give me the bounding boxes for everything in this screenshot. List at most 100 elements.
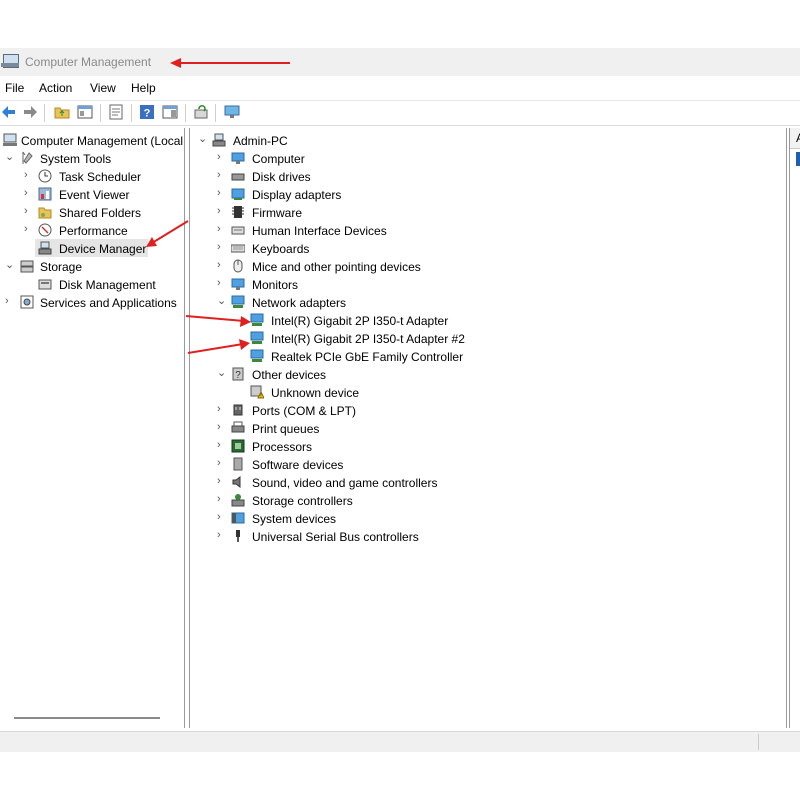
chevron-down-icon[interactable]: ⌄ (198, 133, 207, 145)
chevron-right-icon[interactable]: › (217, 205, 225, 217)
chevron-right-icon[interactable]: › (217, 151, 225, 163)
tree-item-computer-management[interactable]: Computer Management (Local (0, 131, 184, 149)
chevron-right-icon[interactable]: › (217, 457, 225, 469)
device-category-ports[interactable]: › Ports (COM & LPT) (190, 401, 780, 419)
device-category-print-queues[interactable]: › Print queues (190, 419, 780, 437)
chevron-right-icon[interactable]: › (24, 205, 32, 217)
update-driver-icon[interactable] (193, 104, 209, 120)
chevron-right-icon[interactable]: › (217, 529, 225, 541)
tree-label: Disk Management (59, 278, 156, 292)
forward-icon[interactable] (22, 104, 38, 120)
chevron-right-icon[interactable]: › (217, 241, 225, 253)
device-category-display-adapters[interactable]: › Display adapters (190, 185, 780, 203)
chevron-right-icon[interactable]: › (217, 511, 225, 523)
software-device-icon (233, 457, 243, 471)
device-category-sound[interactable]: › Sound, video and game controllers (190, 473, 780, 491)
device-category-human-interface-devices[interactable]: › Human Interface Devices (190, 221, 780, 239)
clock-icon (38, 169, 52, 183)
tree-item-task-scheduler[interactable]: › Task Scheduler (0, 167, 184, 185)
device-category-computer[interactable]: › Computer (190, 149, 780, 167)
chevron-right-icon[interactable]: › (217, 223, 225, 235)
chevron-right-icon[interactable]: › (217, 187, 225, 199)
chevron-right-icon[interactable]: › (217, 403, 225, 415)
chevron-right-icon[interactable]: › (24, 223, 32, 235)
menu-file[interactable]: File (5, 81, 24, 95)
tree-item-event-viewer[interactable]: › Event Viewer (0, 185, 184, 203)
category-label: Display adapters (252, 188, 342, 202)
chevron-right-icon[interactable]: › (217, 169, 225, 181)
tree-label: Computer Management (Local (21, 134, 184, 148)
device-category-system-devices[interactable]: › System devices (190, 509, 780, 527)
horizontal-scrollbar[interactable] (14, 717, 160, 719)
chevron-right-icon[interactable]: › (24, 169, 32, 181)
category-label: Software devices (252, 458, 344, 472)
device-category-disk-drives[interactable]: › Disk drives (190, 167, 780, 185)
device-category-mice[interactable]: › Mice and other pointing devices (190, 257, 780, 275)
device-category-other-devices[interactable]: ⌄ ? Other devices (190, 365, 780, 383)
properties-icon[interactable] (108, 104, 124, 120)
monitor-icon[interactable] (224, 104, 240, 120)
tree-label: Shared Folders (59, 206, 142, 220)
tree-label: Event Viewer (59, 188, 130, 202)
computer-management-icon (1, 54, 19, 68)
category-label: Monitors (252, 278, 299, 292)
device-category-monitors[interactable]: › Monitors (190, 275, 780, 293)
up-folder-icon[interactable] (54, 104, 70, 120)
chevron-right-icon[interactable]: › (217, 277, 225, 289)
action-pane-icon[interactable] (162, 104, 178, 120)
chevron-down-icon[interactable]: ⌄ (217, 295, 226, 307)
usb-icon (236, 530, 240, 542)
device-manager-icon (38, 241, 52, 255)
chevron-down-icon[interactable]: ⌄ (5, 259, 14, 271)
device-item-network-adapter[interactable]: Intel(R) Gigabit 2P I350-t Adapter #2 (190, 329, 780, 347)
device-label: Intel(R) Gigabit 2P I350-t Adapter (271, 314, 449, 328)
status-bar (0, 731, 800, 752)
device-item-network-adapter[interactable]: Realtek PCIe GbE Family Controller (190, 347, 780, 365)
speaker-icon (232, 476, 241, 488)
actions-pane: A (789, 128, 800, 728)
device-item-unknown-device[interactable]: ! Unknown device (190, 383, 780, 401)
actions-selected-item[interactable] (796, 152, 800, 166)
device-category-network-adapters[interactable]: ⌄ Network adapters (190, 293, 780, 311)
chevron-right-icon[interactable]: › (217, 421, 225, 433)
chevron-right-icon[interactable]: › (5, 295, 13, 307)
tree-item-services-and-applications[interactable]: › Services and Applications (0, 293, 184, 311)
menu-help[interactable]: Help (131, 81, 156, 95)
back-icon[interactable] (1, 104, 17, 120)
chevron-right-icon[interactable]: › (217, 439, 225, 451)
chevron-right-icon[interactable]: › (24, 187, 32, 199)
mouse-icon (233, 259, 243, 273)
chevron-right-icon[interactable]: › (217, 493, 225, 505)
tools-icon (22, 151, 33, 164)
device-category-keyboards[interactable]: › Keyboards (190, 239, 780, 257)
device-category-firmware[interactable]: › Firmware (190, 203, 780, 221)
help-icon[interactable]: ? (139, 104, 155, 120)
device-category-processors[interactable]: › Processors (190, 437, 780, 455)
menu-view[interactable]: View (90, 81, 116, 95)
category-label: Storage controllers (252, 494, 353, 508)
device-category-software-devices[interactable]: › Software devices (190, 455, 780, 473)
chevron-down-icon[interactable]: ⌄ (5, 151, 14, 163)
printer-icon (231, 421, 245, 433)
menu-action[interactable]: Action (39, 81, 72, 95)
chevron-right-icon[interactable]: › (217, 259, 225, 271)
tree-item-disk-management[interactable]: Disk Management (0, 275, 184, 293)
device-item-network-adapter[interactable]: Intel(R) Gigabit 2P I350-t Adapter (190, 311, 780, 329)
display-adapter-icon (231, 188, 245, 200)
device-tree-root[interactable]: ⌄ Admin-PC (190, 131, 780, 149)
device-category-usb-controllers[interactable]: › Universal Serial Bus controllers (190, 527, 780, 545)
show-hide-console-tree-icon[interactable] (77, 104, 93, 120)
services-icon (20, 295, 34, 309)
tree-item-performance[interactable]: › Performance (0, 221, 184, 239)
tree-item-device-manager[interactable]: Device Manager (35, 239, 148, 257)
chevron-right-icon[interactable]: › (217, 475, 225, 487)
svg-text:?: ? (144, 108, 151, 120)
device-category-storage-controllers[interactable]: › Storage controllers (190, 491, 780, 509)
category-label: Human Interface Devices (252, 224, 387, 238)
chevron-down-icon[interactable]: ⌄ (217, 367, 226, 379)
tree-item-system-tools[interactable]: ⌄ System Tools (0, 149, 184, 167)
category-label: Disk drives (252, 170, 311, 184)
tree-item-storage[interactable]: ⌄ Storage (0, 257, 184, 275)
computer-management-icon (3, 133, 17, 146)
tree-item-shared-folders[interactable]: › Shared Folders (0, 203, 184, 221)
